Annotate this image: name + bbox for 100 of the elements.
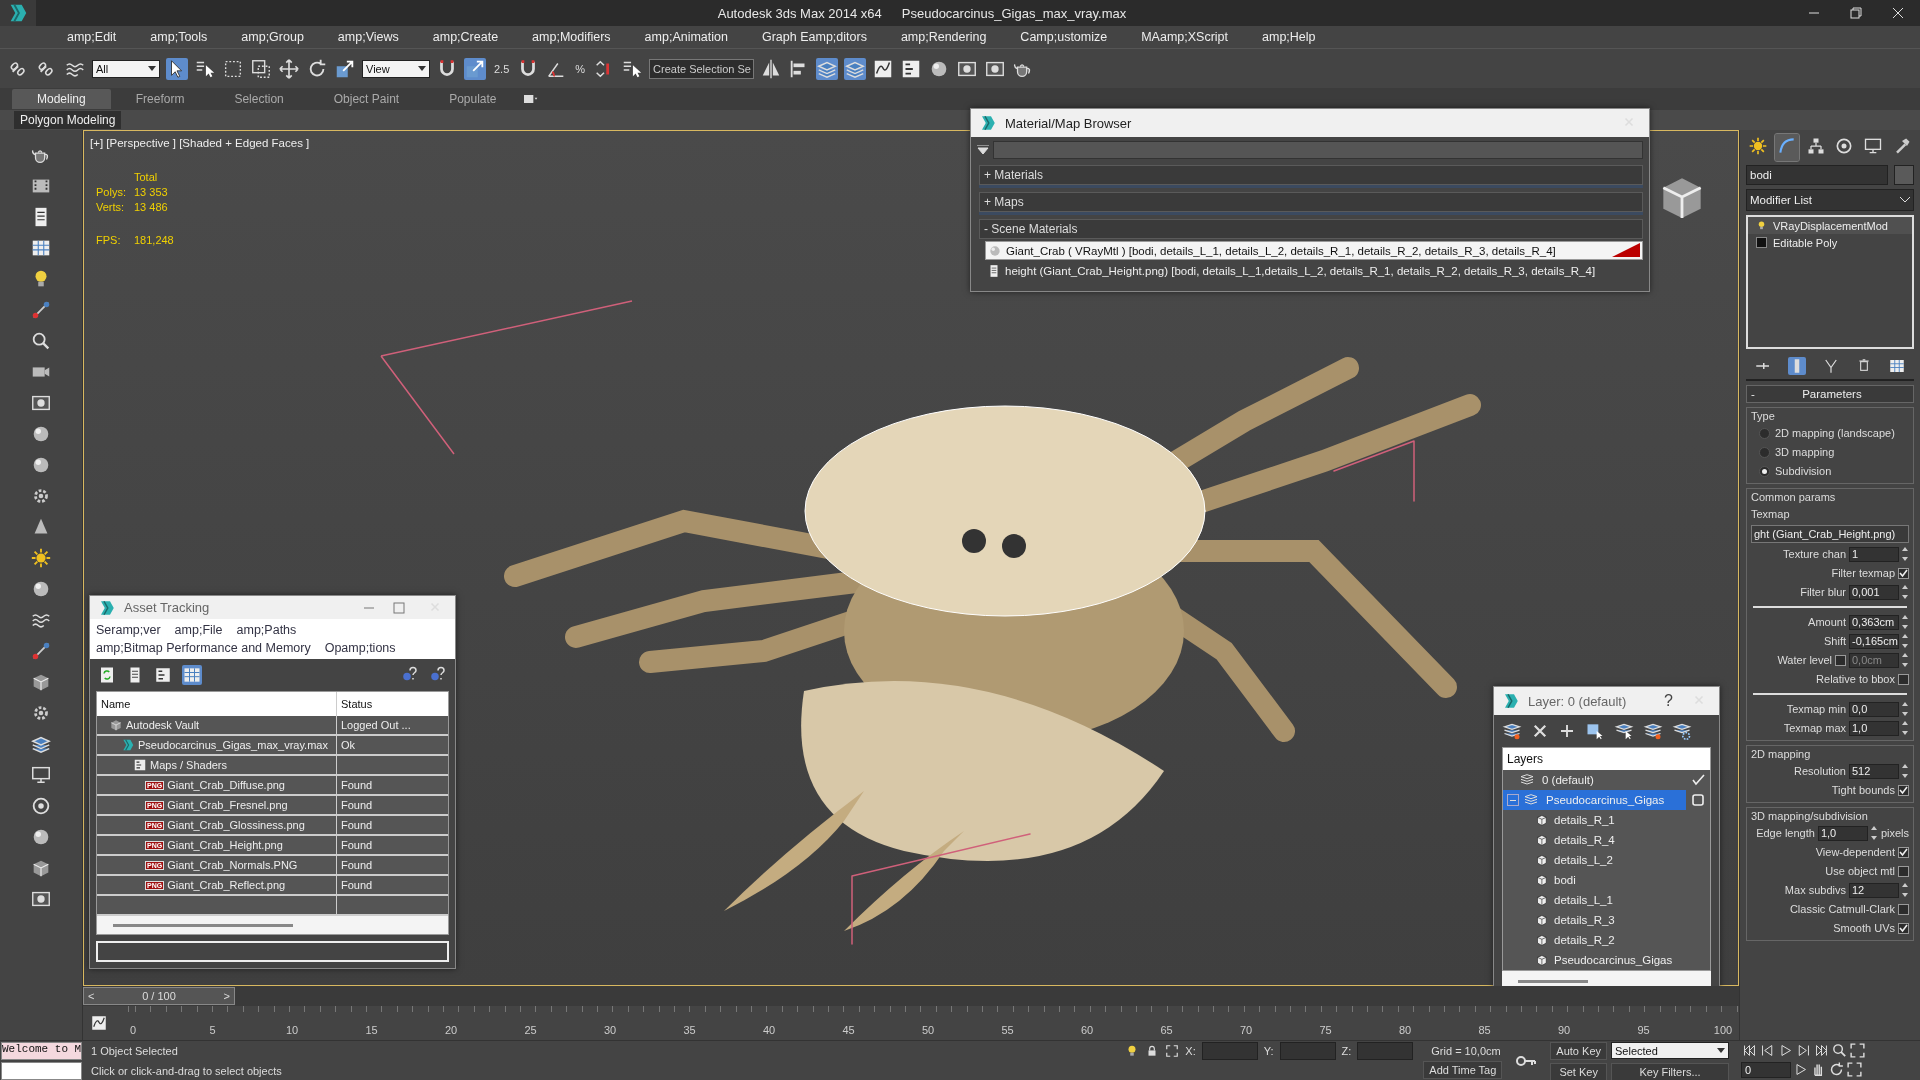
set-key-button[interactable]: Set Key bbox=[1550, 1062, 1607, 1080]
layer-row[interactable]: 0 (default) bbox=[1503, 770, 1710, 790]
spinner-arrows[interactable] bbox=[1870, 826, 1878, 840]
spinner-field[interactable]: 0,001 bbox=[1849, 584, 1899, 600]
spinner-arrows[interactable] bbox=[1902, 764, 1909, 778]
table-view-icon[interactable] bbox=[182, 665, 202, 686]
named-selection-dropdown[interactable]: Create Selection Se bbox=[649, 58, 755, 79]
percent-snap-button[interactable]: % bbox=[573, 62, 588, 75]
add-icon[interactable] bbox=[1558, 722, 1576, 740]
help-button[interactable]: ? bbox=[1658, 692, 1679, 710]
previous-frame-button[interactable]: < bbox=[84, 990, 99, 1002]
zoom-icon[interactable] bbox=[1831, 1042, 1848, 1059]
menu-item[interactable]: amp;Group bbox=[224, 30, 321, 44]
search-field[interactable] bbox=[993, 141, 1643, 159]
checkbox[interactable] bbox=[1898, 846, 1909, 858]
spinner-arrows[interactable] bbox=[1902, 721, 1909, 735]
radio-option[interactable]: 3D mapping bbox=[1751, 444, 1909, 460]
column-header[interactable]: Status bbox=[337, 698, 448, 711]
radio-option[interactable]: Subdivision bbox=[1751, 463, 1909, 479]
restore-icon[interactable] bbox=[1850, 7, 1862, 19]
coordinate-field[interactable] bbox=[1201, 1042, 1258, 1060]
configure-sets-icon[interactable] bbox=[1888, 357, 1906, 375]
current-layer-check[interactable] bbox=[1691, 773, 1705, 787]
zoom-extents-icon[interactable] bbox=[1849, 1042, 1866, 1059]
go-to-end-icon[interactable] bbox=[1813, 1042, 1830, 1059]
object-row[interactable]: details_R_3 bbox=[1503, 910, 1710, 930]
object-row[interactable]: details_L_2 bbox=[1503, 850, 1710, 870]
spinner-field[interactable]: 0,0 bbox=[1849, 701, 1899, 717]
stack-item[interactable]: Editable Poly bbox=[1773, 236, 1838, 249]
maxscript-listener-field[interactable] bbox=[1, 1062, 82, 1080]
ribbon-panel-label[interactable]: Polygon Modeling bbox=[14, 111, 122, 129]
refresh-icon[interactable] bbox=[98, 666, 116, 685]
object-row[interactable]: details_R_2 bbox=[1503, 930, 1710, 950]
coordinate-field[interactable] bbox=[1279, 1042, 1336, 1060]
category-header[interactable]: + Materials bbox=[979, 165, 1643, 185]
spinner-arrows[interactable] bbox=[1902, 547, 1909, 561]
spinner-arrows[interactable] bbox=[1902, 653, 1909, 667]
bone-icon[interactable] bbox=[30, 299, 52, 321]
time-slider-thumb[interactable]: < 0 / 100 > bbox=[83, 987, 235, 1005]
show-end-result-icon[interactable] bbox=[1788, 357, 1806, 375]
spinner-arrows[interactable] bbox=[1902, 585, 1909, 599]
next-frame-button[interactable]: > bbox=[219, 990, 234, 1002]
snap-toggle-button[interactable]: 2.5 bbox=[492, 62, 512, 75]
material-list-item[interactable]: height (Giant_Crab_Height.png) [bodi, details_L_1,details_L_2, details_R_1, details_R_2, details_R_3, details_R_4] bbox=[985, 262, 1643, 279]
layer-manager-icon[interactable] bbox=[816, 57, 839, 80]
delete-icon[interactable] bbox=[1531, 722, 1549, 740]
select-layer-icon[interactable] bbox=[1614, 721, 1634, 741]
sun-icon[interactable] bbox=[30, 547, 52, 569]
ribbon-tab[interactable]: Modeling bbox=[12, 89, 111, 109]
menu-item[interactable]: amp;Views bbox=[320, 30, 416, 44]
asset-name-cell[interactable]: Pseudocarcinus_Gigas_max_vray.max bbox=[97, 736, 337, 755]
object-name-field[interactable]: bodi bbox=[1746, 165, 1888, 185]
create-tab-icon[interactable] bbox=[1748, 136, 1768, 156]
checkbox[interactable] bbox=[1898, 865, 1909, 877]
coordinate-field[interactable] bbox=[1357, 1042, 1414, 1060]
spinner-arrows[interactable] bbox=[1902, 634, 1909, 648]
spinner-arrows[interactable] bbox=[1902, 615, 1909, 629]
object-row[interactable]: bodi bbox=[1503, 870, 1710, 890]
application-button[interactable] bbox=[0, 0, 36, 26]
current-frame-field[interactable]: 0 bbox=[1741, 1061, 1791, 1078]
collapse-toggle[interactable] bbox=[1507, 794, 1519, 806]
key-mode-dropdown[interactable]: Selected bbox=[1611, 1042, 1729, 1059]
key-filters-button[interactable]: Key Filters... bbox=[1611, 1062, 1729, 1080]
target-icon[interactable] bbox=[30, 795, 52, 817]
menu-item[interactable]: amp;Create bbox=[415, 30, 516, 44]
spinner-field[interactable]: 1 bbox=[1849, 546, 1899, 562]
reference-coordinate-dropdown[interactable]: View bbox=[362, 59, 430, 78]
move-icon[interactable] bbox=[278, 57, 300, 80]
new-layer-icon[interactable] bbox=[1502, 721, 1522, 741]
object-row[interactable]: details_R_1 bbox=[1503, 810, 1710, 830]
joint-icon[interactable] bbox=[30, 640, 52, 662]
checkbox[interactable] bbox=[1898, 567, 1909, 579]
texmap-button[interactable]: ght (Giant_Crab_Height.png) bbox=[1751, 525, 1909, 543]
display-tab-icon[interactable] bbox=[1863, 136, 1884, 156]
checkbox[interactable] bbox=[1898, 903, 1909, 915]
tree-view-icon[interactable] bbox=[154, 666, 172, 685]
expand-box[interactable] bbox=[1756, 237, 1767, 248]
maxscript-listener-field[interactable]: Welcome to M bbox=[1, 1042, 82, 1060]
object-row[interactable]: details_L_1 bbox=[1503, 890, 1710, 910]
viewport-label[interactable]: [+] [Perspective ] [Shaded + Edged Faces ] bbox=[90, 137, 310, 149]
spinner-field[interactable]: 1,0 bbox=[1817, 825, 1868, 841]
asset-name-cell[interactable]: Autodesk Vault bbox=[97, 716, 337, 735]
radio-option[interactable]: 2D mapping (landscape) bbox=[1751, 425, 1909, 441]
menu-item[interactable]: amp;Paths bbox=[236, 623, 297, 638]
spinner-field[interactable]: 12 bbox=[1849, 882, 1899, 898]
menu-item[interactable]: Camp;ustomize bbox=[1003, 30, 1125, 44]
menu-item[interactable]: amp;Animation bbox=[627, 30, 745, 44]
checkbox[interactable] bbox=[1898, 784, 1909, 796]
path-field[interactable] bbox=[96, 941, 449, 962]
rollout-header[interactable]: - Parameters bbox=[1746, 385, 1914, 403]
select-objects-icon[interactable] bbox=[1585, 721, 1605, 741]
menu-item[interactable]: amp;Modifiers bbox=[515, 30, 628, 44]
orbit-icon[interactable] bbox=[1828, 1061, 1845, 1078]
menu-item[interactable]: amp;File bbox=[174, 623, 223, 638]
spinner-field[interactable]: 1,0 bbox=[1849, 720, 1899, 736]
object-color-swatch[interactable] bbox=[1894, 165, 1914, 185]
menu-item[interactable]: amp;Edit bbox=[50, 30, 134, 44]
close-icon[interactable] bbox=[1892, 7, 1904, 19]
lightbulb-icon[interactable] bbox=[1756, 220, 1767, 231]
menu-item[interactable]: amp;Rendering bbox=[883, 30, 1004, 44]
